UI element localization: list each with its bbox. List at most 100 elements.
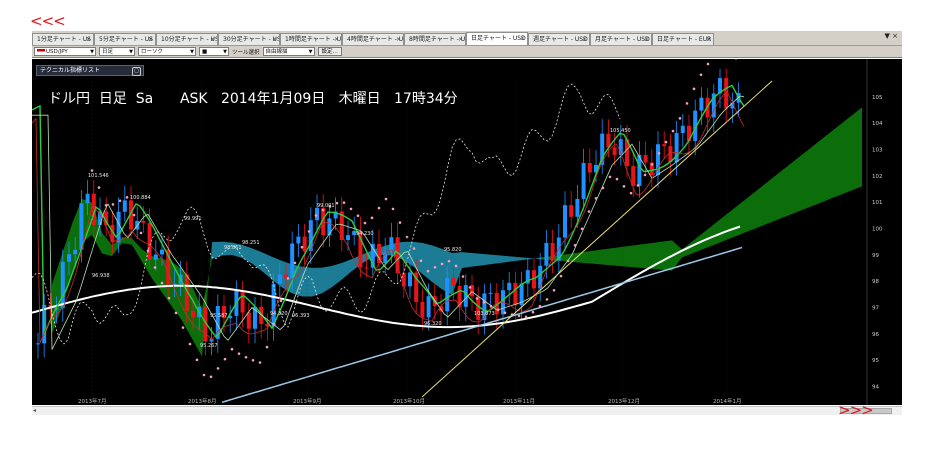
chevron-down-icon: ▼ — [129, 49, 133, 55]
close-icon[interactable]: × — [396, 34, 401, 45]
close-icon[interactable]: × — [148, 34, 153, 45]
parabolic-sar-dot — [258, 361, 262, 364]
kumo-segment — [122, 237, 132, 245]
price-label: 98.251 — [242, 240, 260, 246]
y-axis-tick-label: 100 — [872, 226, 883, 232]
line-style-value: ■ — [202, 49, 208, 55]
parabolic-sar-dot — [125, 196, 129, 199]
candle-body — [587, 163, 592, 173]
candle-body — [122, 200, 127, 212]
parabolic-sar-dot — [433, 265, 437, 269]
candle-body — [246, 312, 251, 329]
symbol-select[interactable]: USD/JPY ▼ — [34, 47, 96, 56]
close-icon[interactable]: × — [334, 34, 339, 45]
kumo-segment — [212, 241, 222, 260]
candle-body — [395, 237, 400, 273]
price-label: 95.587 — [210, 313, 228, 319]
parabolic-sar-dot — [545, 298, 549, 301]
price-label: 98.861 — [224, 245, 242, 251]
kumo-segment — [712, 217, 722, 246]
kumo-segment — [492, 254, 502, 265]
parabolic-sar-dot — [482, 301, 486, 304]
close-icon[interactable]: × — [706, 34, 711, 45]
tab-1[interactable]: 5分足チャート - US × — [94, 33, 156, 45]
tab-4[interactable]: 1時間足チャート - U × — [280, 33, 342, 45]
tab-7[interactable]: 日足チャート - USD × — [466, 32, 528, 45]
parabolic-sar-dot — [643, 173, 647, 177]
parabolic-sar-dot — [440, 262, 444, 266]
parabolic-sar-dot — [139, 231, 143, 235]
tabbar-controls[interactable]: ▼ × — [885, 32, 898, 40]
candle-body — [73, 249, 78, 255]
candle-body — [60, 261, 65, 309]
tab-3[interactable]: 30分足チャート - US × — [218, 33, 280, 45]
parabolic-sar-dot — [111, 203, 115, 206]
parabolic-sar-dot — [335, 201, 339, 205]
parabolic-sar-dot — [615, 177, 619, 181]
kumo-segment — [432, 245, 442, 290]
y-axis-tick-label: 99 — [872, 253, 879, 259]
price-label: 96.938 — [92, 273, 110, 279]
chart-type-select[interactable]: ローソク ▼ — [138, 47, 196, 56]
parabolic-sar-dot — [594, 196, 598, 200]
close-icon[interactable]: × — [86, 34, 91, 45]
close-icon[interactable]: × — [458, 34, 463, 45]
close-icon[interactable]: × — [520, 33, 525, 44]
parabolic-sar-dot — [230, 347, 234, 351]
parabolic-sar-dot — [104, 203, 108, 207]
tab-6[interactable]: 8時間足チャート - U × — [404, 33, 466, 45]
kumo-segment — [522, 257, 532, 261]
tab-label: 週足チャート - USD — [533, 36, 588, 43]
y-axis-tick-label: 102 — [872, 174, 883, 180]
tab-10[interactable]: 日足チャート - EUR × — [652, 33, 714, 45]
scroll-left-icon[interactable]: ◂ — [33, 407, 36, 414]
close-icon[interactable]: × — [210, 34, 215, 45]
parabolic-sar-dot — [559, 274, 563, 278]
tab-0[interactable]: 1分足チャート - US × — [32, 33, 94, 45]
candle-body — [85, 193, 90, 204]
parabolic-sar-dot — [181, 326, 185, 329]
period-select[interactable]: 日足 ▼ — [99, 47, 135, 56]
parabolic-sar-dot — [167, 296, 171, 300]
candle-body — [191, 310, 195, 318]
tool-select-label: ツール選択 — [232, 49, 260, 56]
parabolic-sar-dot — [685, 102, 689, 105]
price-chart[interactable]: 105 104 103 102 101 100 99 98 97 96 95 94 2013年7月 201… — [32, 59, 902, 405]
candle-body — [364, 267, 369, 269]
technical-indicator-list[interactable]: テクニカル指標リスト ▢ — [36, 65, 144, 76]
kumo-segment — [582, 250, 592, 264]
candle-body — [662, 144, 667, 147]
flag-icon — [37, 49, 45, 54]
close-icon[interactable]: × — [582, 34, 587, 45]
tab-8[interactable]: 週足チャート - USD × — [528, 33, 590, 45]
parabolic-sar-dot — [377, 206, 381, 210]
tab-label: 4時間足チャート - U — [347, 36, 404, 43]
parabolic-sar-dot — [209, 375, 213, 379]
kumo-segment — [82, 198, 92, 243]
parabolic-sar-dot — [629, 191, 633, 195]
close-icon[interactable]: × — [272, 34, 277, 45]
chevron-down-icon: ▼ — [90, 49, 94, 55]
tab-5[interactable]: 4時間足チャート - U × — [342, 33, 404, 45]
parabolic-sar-dot — [412, 247, 416, 250]
chart-canvas: 105 104 103 102 101 100 99 98 97 96 95 94 2013年7月 201… — [32, 59, 883, 405]
candle-body — [160, 249, 164, 255]
settings-button[interactable]: 設定... — [317, 47, 342, 56]
candle-body — [544, 242, 549, 266]
candle-body — [67, 254, 71, 262]
window-icon[interactable]: ▢ — [132, 67, 141, 76]
x-axis-tick-label: 2013年7月 — [78, 397, 107, 405]
parabolic-sar-dot — [146, 249, 150, 252]
tab-9[interactable]: 月足チャート - USD × — [590, 33, 652, 45]
tab-2[interactable]: 10分足チャート - US × — [156, 33, 218, 45]
tool-select[interactable]: 自由線描 ▼ — [262, 47, 315, 56]
parabolic-sar-dot — [447, 259, 451, 263]
candle-body — [451, 278, 456, 286]
horizontal-scrollbar[interactable]: ◂ — [32, 406, 902, 415]
parabolic-sar-dot — [321, 208, 325, 212]
kumo-segment — [842, 115, 852, 195]
close-icon[interactable]: × — [644, 34, 649, 45]
candle-body — [277, 274, 282, 284]
line-style-select[interactable]: ■ ▼ — [199, 47, 229, 56]
chevron-down-icon: ▼ — [223, 49, 227, 55]
